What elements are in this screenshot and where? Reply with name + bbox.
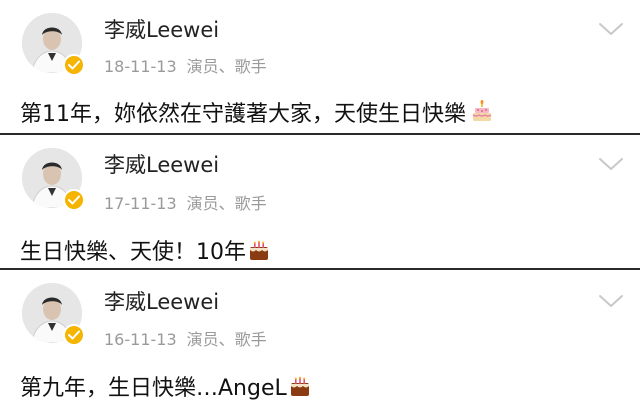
birthday-cake-icon	[470, 100, 494, 130]
post-card[interactable]: 李威Leewei 18-11-13 演员、歌手 第11年，妳依然在守護著大家，天使…	[0, 0, 640, 133]
author-tag: 演员、歌手	[186, 57, 267, 76]
author-avatar[interactable]	[22, 13, 85, 76]
cake-icon	[248, 240, 270, 268]
post-card[interactable]: 李威Leewei 16-11-13 演员、歌手 第九年，生日快樂…AngeL	[0, 270, 640, 403]
author-tag: 演员、歌手	[186, 194, 267, 213]
author-avatar[interactable]	[22, 283, 85, 346]
post-date[interactable]: 17-11-13	[104, 194, 177, 213]
weibo-feed: 李威Leewei 18-11-13 演员、歌手 第11年，妳依然在守護著大家，天使…	[0, 0, 640, 403]
chevron-down-icon[interactable]	[598, 20, 624, 38]
post-text: 第九年，生日快樂…AngeL	[20, 370, 311, 403]
post-text: 第11年，妳依然在守護著大家，天使生日快樂	[20, 96, 494, 130]
post-text-content: 第九年，生日快樂…AngeL	[20, 376, 287, 401]
post-card[interactable]: 李威Leewei 17-11-13 演员、歌手 生日快樂、天使！10年	[0, 135, 640, 268]
post-date[interactable]: 18-11-13	[104, 57, 177, 76]
post-meta: 18-11-13 演员、歌手	[104, 53, 267, 77]
author-avatar[interactable]	[22, 148, 85, 211]
verified-badge-icon	[63, 189, 85, 211]
post-meta: 16-11-13 演员、歌手	[104, 326, 267, 350]
chevron-down-icon[interactable]	[598, 155, 624, 173]
post-date[interactable]: 16-11-13	[104, 330, 177, 349]
post-meta: 17-11-13 演员、歌手	[104, 190, 267, 214]
post-text: 生日快樂、天使！10年	[20, 234, 270, 268]
verified-badge-icon	[63, 54, 85, 76]
chevron-down-icon[interactable]	[598, 292, 624, 310]
cake-icon	[289, 376, 311, 403]
post-text-content: 生日快樂、天使！10年	[20, 240, 246, 265]
author-tag: 演员、歌手	[186, 330, 267, 349]
author-name[interactable]: 李威Leewei	[104, 149, 219, 179]
post-text-content: 第11年，妳依然在守護著大家，天使生日快樂	[20, 102, 466, 127]
author-name[interactable]: 李威Leewei	[104, 14, 219, 44]
author-name[interactable]: 李威Leewei	[104, 286, 219, 316]
verified-badge-icon	[63, 324, 85, 346]
